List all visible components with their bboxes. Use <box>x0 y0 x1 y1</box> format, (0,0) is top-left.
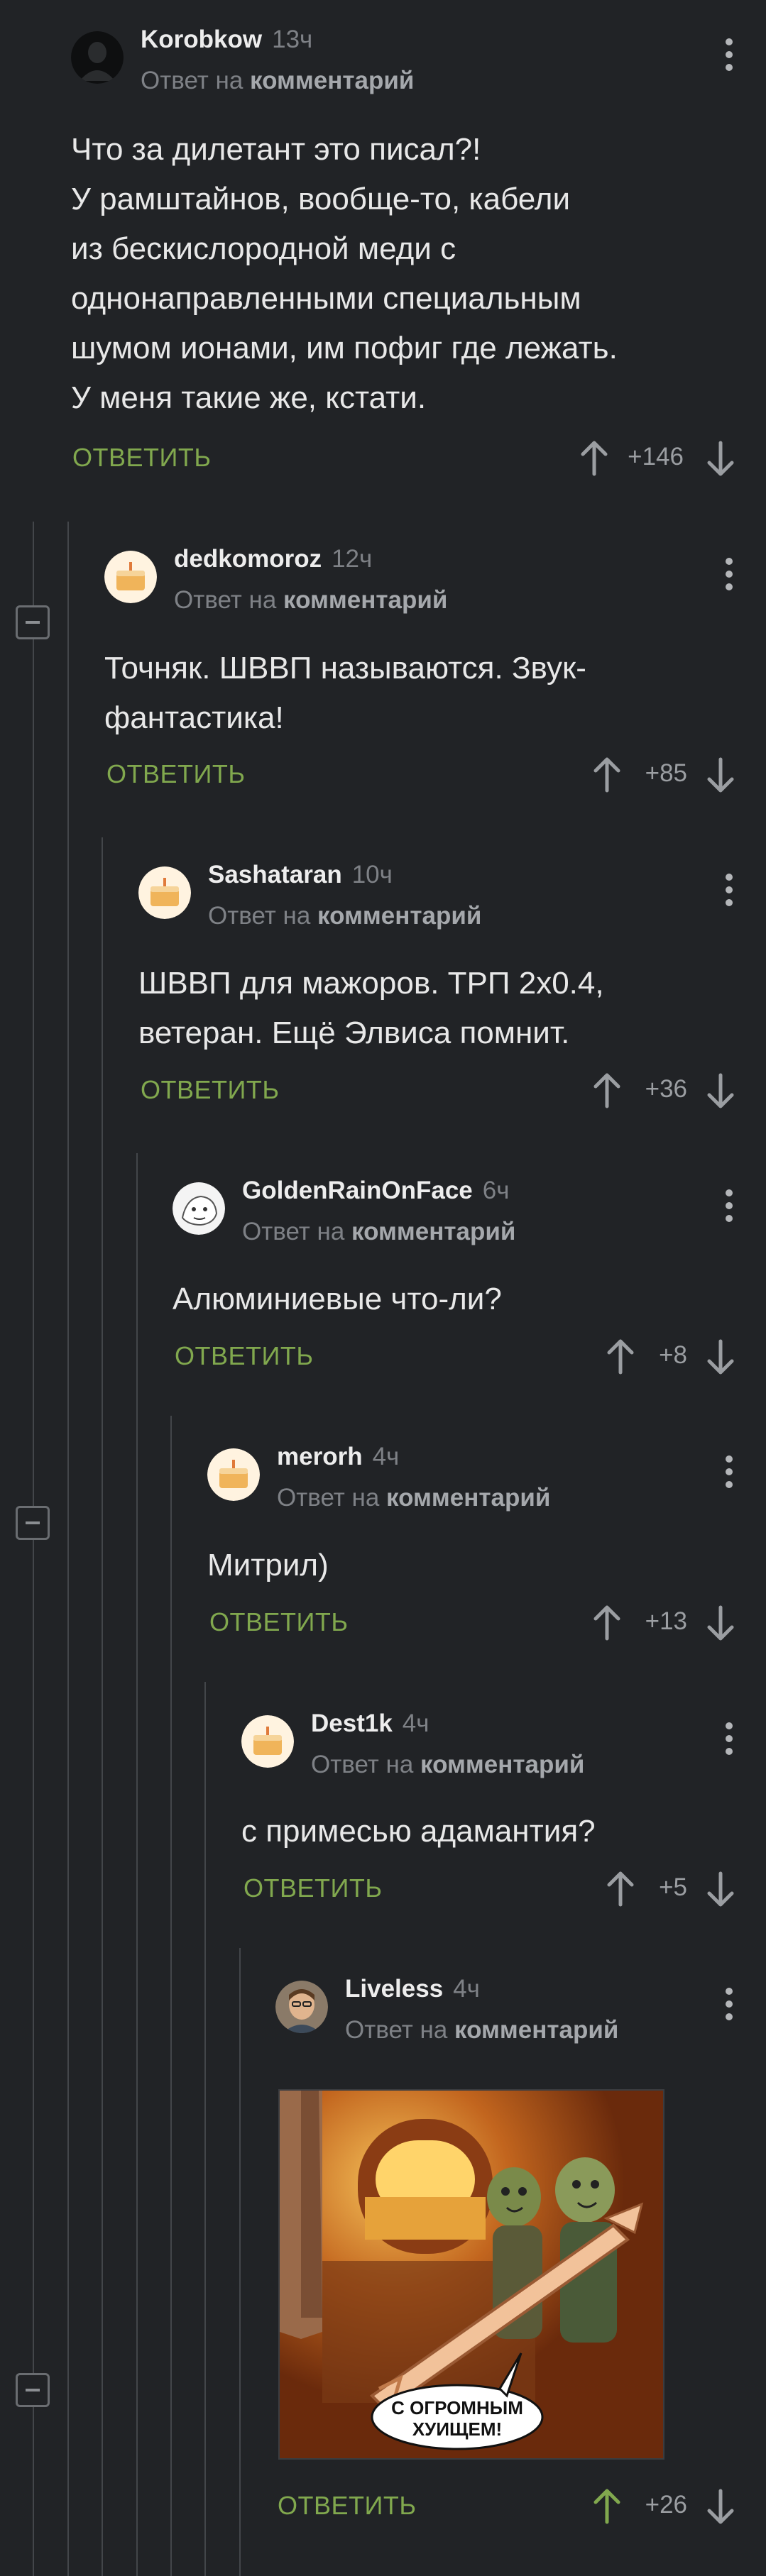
reply-to-link[interactable]: комментарий <box>351 1218 515 1245</box>
reply-to-label: Ответ на комментарий <box>141 67 415 94</box>
user-avatar[interactable] <box>71 31 124 84</box>
downvote-icon[interactable] <box>705 756 736 793</box>
comment-image[interactable]: С ОГРОМНЫМ ХУИЩЕМ! <box>278 2089 664 2460</box>
reply-to-label: Ответ на комментарий <box>242 1218 516 1245</box>
reply-button[interactable]: ОТВЕТИТЬ <box>175 1341 314 1371</box>
downvote-icon[interactable] <box>705 1605 736 1641</box>
downvote-icon[interactable] <box>705 1871 736 1908</box>
reply-button[interactable]: ОТВЕТИТЬ <box>244 1873 383 1903</box>
upvote-icon[interactable] <box>591 1072 623 1109</box>
comment-text: с примесью адамантия? <box>241 1814 596 1849</box>
thread-line <box>239 1948 241 2576</box>
thread-line <box>33 522 34 2576</box>
upvote-icon[interactable] <box>591 2488 623 2525</box>
comment-score: +36 <box>645 1075 687 1103</box>
user-avatar[interactable] <box>275 1981 328 2033</box>
reply-to-link[interactable]: комментарий <box>454 2016 618 2044</box>
more-options-icon[interactable] <box>725 874 733 910</box>
comment-author[interactable]: Sashataran 10ч <box>208 861 393 889</box>
reply-button[interactable]: ОТВЕТИТЬ <box>278 2491 417 2521</box>
user-avatar[interactable] <box>173 1182 225 1235</box>
reply-to-label: Ответ на комментарий <box>345 2016 619 2044</box>
collapse-thread-button[interactable] <box>16 605 50 639</box>
reply-button[interactable]: ОТВЕТИТЬ <box>72 443 212 473</box>
comment-author[interactable]: Korobkow 13ч <box>141 26 312 54</box>
comment-score: +26 <box>645 2491 687 2519</box>
comment-text: Митрил) <box>207 1548 329 1583</box>
reply-to-link[interactable]: комментарий <box>250 67 414 94</box>
comment-time: 12ч <box>332 545 373 573</box>
reply-button[interactable]: ОТВЕТИТЬ <box>209 1607 349 1637</box>
reply-button[interactable]: ОТВЕТИТЬ <box>106 759 246 789</box>
reply-button[interactable]: ОТВЕТИТЬ <box>141 1075 280 1105</box>
collapse-thread-button[interactable] <box>16 1506 50 1540</box>
comment-author[interactable]: merorh 4ч <box>277 1443 399 1471</box>
more-options-icon[interactable] <box>725 558 733 595</box>
comment-score: +85 <box>645 759 687 787</box>
comment-score: +5 <box>659 1873 687 1901</box>
comment-text: Что за дилетант это писал?! У рамштайнов,… <box>71 132 618 415</box>
comment-time: 6ч <box>482 1177 510 1204</box>
comment-time: 4ч <box>402 1710 429 1737</box>
comment-time: 4ч <box>372 1443 400 1470</box>
more-options-icon[interactable] <box>725 1189 733 1226</box>
more-options-icon[interactable] <box>725 1455 733 1492</box>
comment-text: ШВВП для мажоров. ТРП 2х0.4, ветеран. Ещё… <box>138 966 604 1050</box>
upvote-icon[interactable] <box>591 756 623 793</box>
comment-score: +13 <box>645 1607 687 1635</box>
downvote-icon[interactable] <box>705 2488 736 2525</box>
comment-time: 10ч <box>351 861 393 888</box>
thread-line <box>204 1682 206 2576</box>
downvote-icon[interactable] <box>705 1338 736 1375</box>
user-avatar[interactable] <box>138 866 191 919</box>
upvote-icon[interactable] <box>579 440 610 477</box>
reply-to-link[interactable]: комментарий <box>317 902 481 930</box>
thread-line <box>170 1416 172 2576</box>
comment-author[interactable]: GoldenRainOnFace 6ч <box>242 1177 509 1205</box>
more-options-icon[interactable] <box>725 1722 733 1759</box>
comment-author[interactable]: Liveless 4ч <box>345 1975 480 2003</box>
comment-author[interactable]: Dest1k 4ч <box>311 1710 429 1738</box>
comment-time: 4ч <box>453 1975 480 2003</box>
reply-to-label: Ответ на комментарий <box>174 586 448 614</box>
user-avatar[interactable] <box>241 1715 294 1768</box>
thread-line <box>136 1153 138 2576</box>
reply-to-link[interactable]: комментарий <box>386 1484 550 1512</box>
user-avatar[interactable] <box>104 551 157 603</box>
comment-score: +8 <box>659 1341 687 1369</box>
more-options-icon[interactable] <box>725 1988 733 2025</box>
reply-to-link[interactable]: комментарий <box>420 1751 584 1778</box>
comment-text: Алюминиевые что-ли? <box>173 1282 502 1316</box>
thread-line <box>102 837 103 2576</box>
downvote-icon[interactable] <box>705 440 736 477</box>
reply-to-link[interactable]: комментарий <box>283 586 447 614</box>
image-caption: С ОГРОМНЫМ ХУИЩЕМ! <box>391 2397 523 2440</box>
comment-time: 13ч <box>272 26 313 53</box>
reply-to-label: Ответ на комментарий <box>208 902 482 930</box>
thread-line <box>67 522 69 2576</box>
comment-score: +146 <box>628 443 684 470</box>
reply-to-label: Ответ на комментарий <box>311 1751 585 1778</box>
more-options-icon[interactable] <box>725 38 733 75</box>
user-avatar[interactable] <box>207 1448 260 1501</box>
reply-to-label: Ответ на комментарий <box>277 1484 551 1512</box>
comment-author[interactable]: dedkomoroz 12ч <box>174 545 372 573</box>
downvote-icon[interactable] <box>705 1072 736 1109</box>
collapse-thread-button[interactable] <box>16 2373 50 2407</box>
upvote-icon[interactable] <box>591 1605 623 1641</box>
comment-text: Точняк. ШВВП называются. Звук-фантастика… <box>104 651 586 735</box>
